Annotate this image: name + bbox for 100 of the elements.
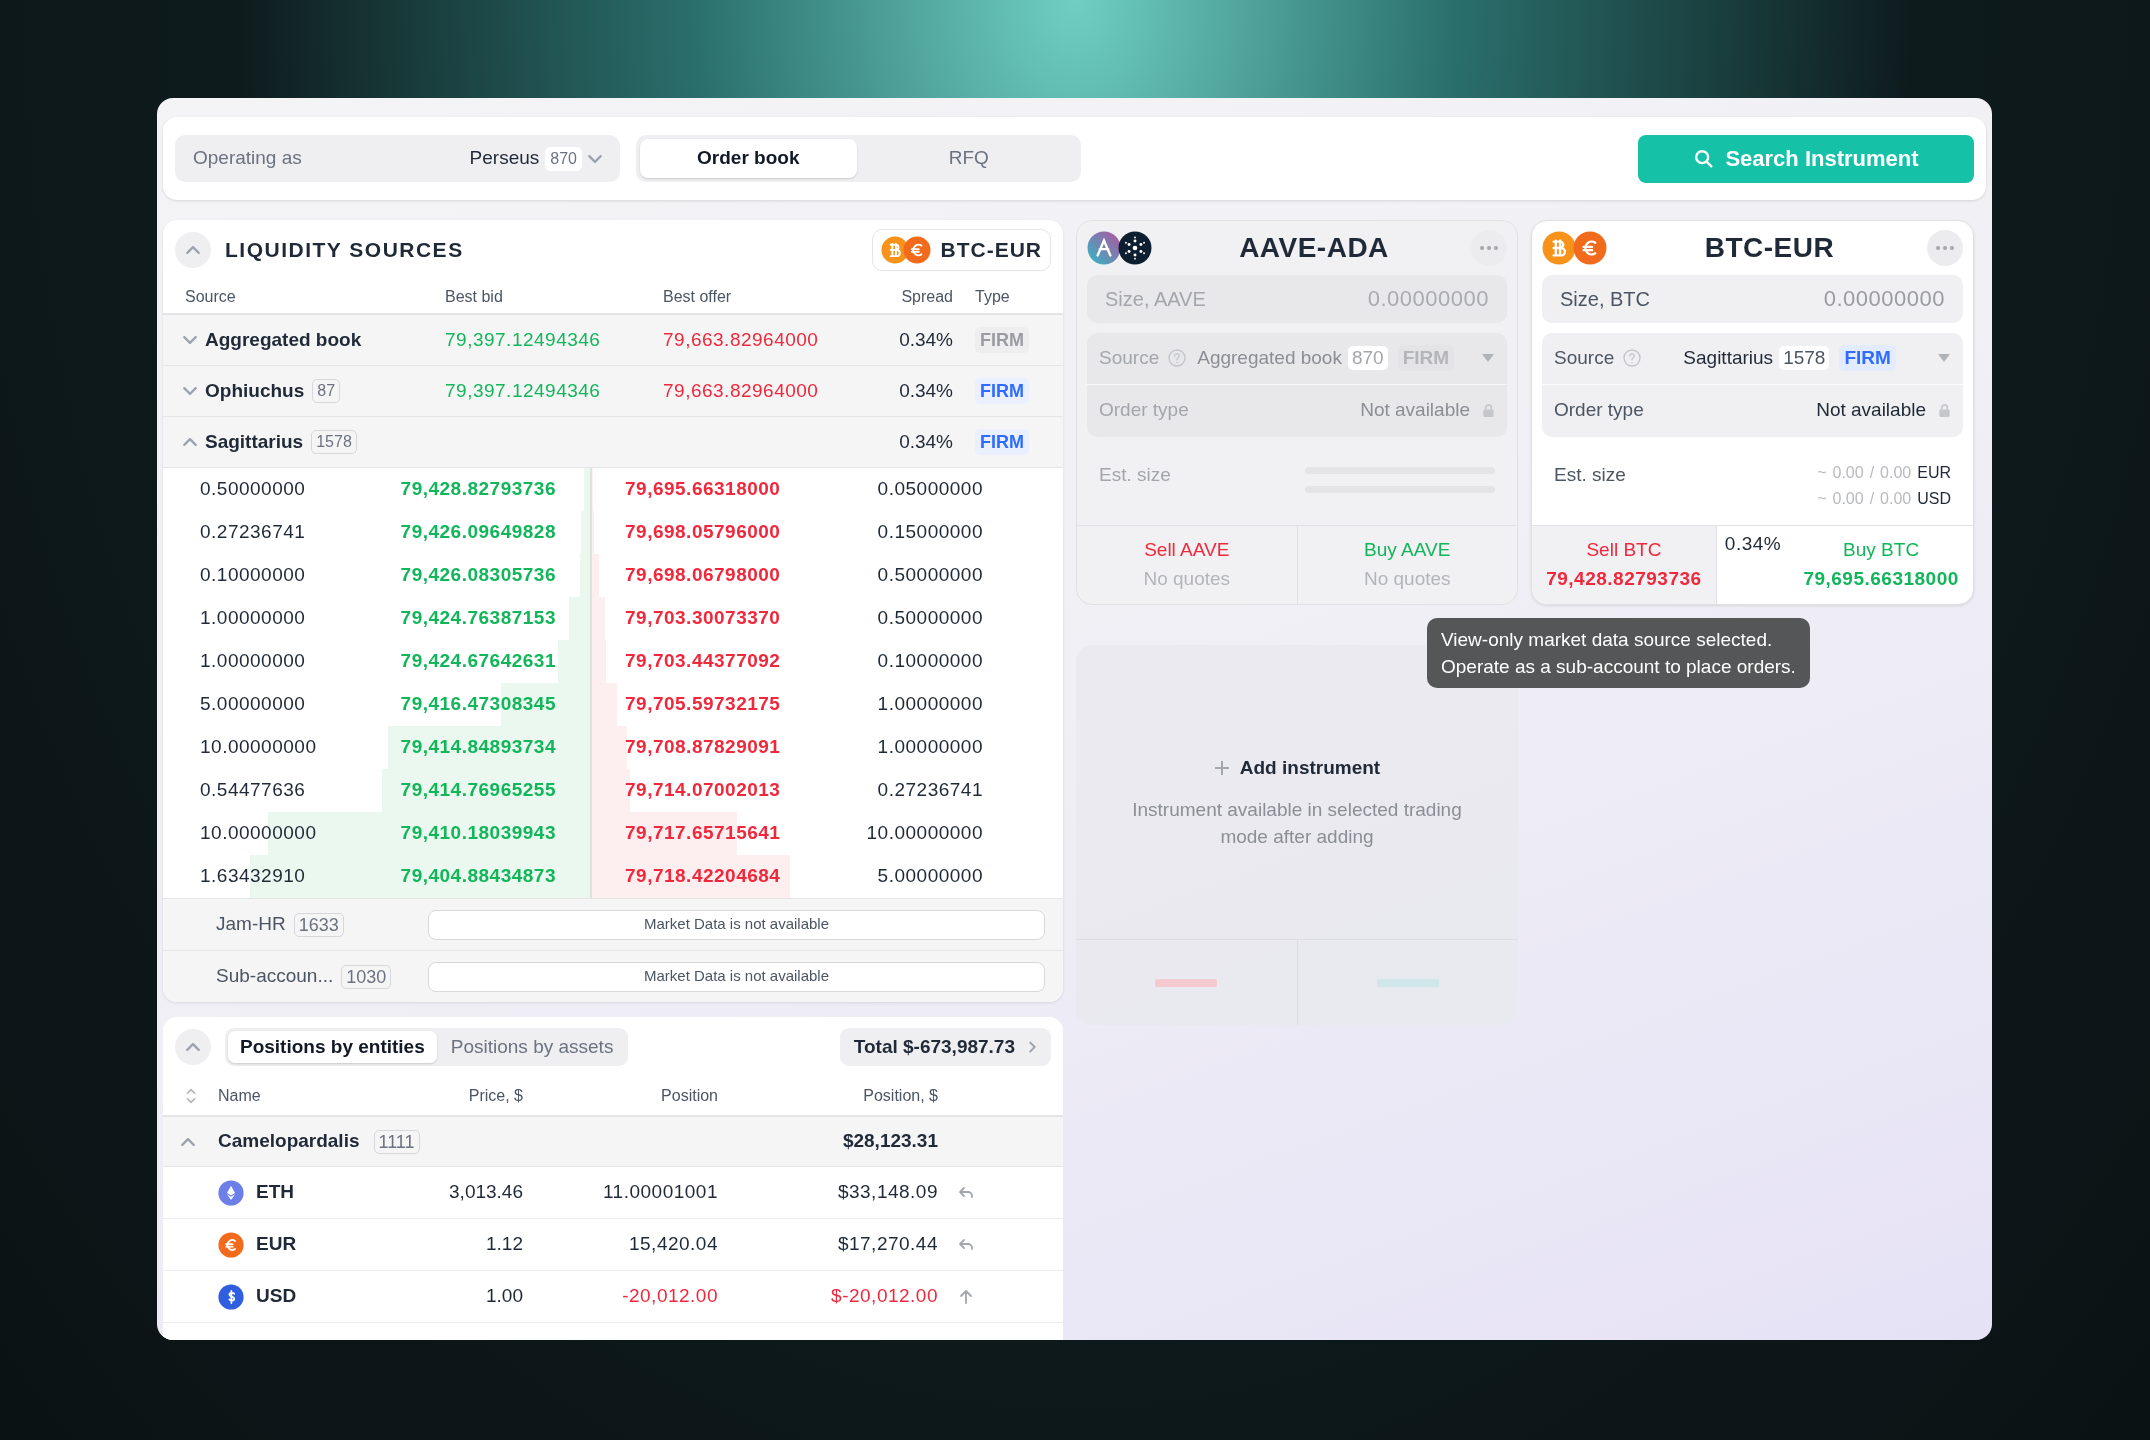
est-size-label: Est. size — [1099, 462, 1171, 487]
asset-position: 11.00001001 — [601, 1180, 718, 1205]
ask-size: 0.15000000 — [877, 520, 983, 545]
best-bid: 79,397.12494346 — [445, 378, 602, 403]
column-header: Best offer — [663, 286, 733, 307]
size-label: Size, BTC — [1560, 286, 1651, 312]
instrument-title: BTC-EUR — [1703, 230, 1836, 265]
count-badge: 1633 — [293, 912, 344, 937]
more-icon — [1935, 244, 1955, 251]
bid-size: 1.00000000 — [200, 649, 306, 674]
positions-tab[interactable]: Positions by entities — [228, 1031, 437, 1063]
mode-tab[interactable]: Order book — [640, 139, 857, 178]
placeholder-bar — [1376, 978, 1439, 987]
ask-price: 79,714.07002013 — [625, 778, 781, 803]
asset-position: -20,012.00 — [621, 1284, 718, 1309]
ask-price: 79,698.06798000 — [625, 563, 781, 588]
bid-size: 1.00000000 — [200, 606, 306, 631]
bid-size: 0.54477636 — [200, 778, 306, 803]
order-type-value: Not available — [1816, 398, 1926, 423]
bid-price: 79,416.47308345 — [400, 692, 556, 717]
ask-size: 1.00000000 — [877, 735, 983, 760]
ask-size: 0.05000000 — [877, 477, 983, 502]
count-badge: 870 — [1347, 346, 1388, 371]
chevron-up-icon — [186, 1043, 200, 1051]
bid-price: 79,410.18039943 — [400, 821, 556, 846]
chevron-down-icon[interactable] — [183, 336, 197, 344]
instrument-chip[interactable]: BTC-EUR — [871, 229, 1051, 271]
ask-size: 1.00000000 — [877, 692, 983, 717]
mode-tab[interactable]: RFQ — [860, 139, 1077, 178]
bid-size: 10.00000000 — [200, 735, 317, 760]
asset-value: $17,270.44 — [836, 1232, 938, 1257]
bid-price: 79,428.82793736 — [400, 477, 556, 502]
bid-size: 0.10000000 — [200, 563, 306, 588]
operating-as-select[interactable]: Operating as Perseus 870 — [175, 135, 620, 182]
operating-as-value: Perseus — [469, 146, 540, 171]
more-icon — [1479, 244, 1499, 251]
type-badge: FIRM — [1839, 345, 1896, 372]
bid-size: 1.63432910 — [200, 864, 306, 889]
order-type-value: Not available — [1360, 398, 1470, 423]
size-field[interactable]: Size, BTC 0.00000000 — [1542, 274, 1963, 323]
bid-price: 79,404.88434873 — [400, 864, 556, 889]
total-button[interactable]: Total $-673,987.73 — [839, 1028, 1051, 1066]
sell-button[interactable]: Sell BTC 79,428.82793736 — [1532, 525, 1717, 604]
source-label: Source — [1554, 345, 1615, 370]
chevron-down-icon — [588, 154, 602, 163]
best-offer: 79,663.82964000 — [663, 327, 820, 352]
ask-price: 79,705.59732175 — [625, 692, 781, 717]
asset-price: 1.12 — [485, 1232, 523, 1257]
count-badge: 1578 — [1779, 346, 1830, 371]
column-header: Position, $ — [862, 1086, 938, 1106]
collapse-button[interactable] — [175, 1029, 211, 1065]
count-badge: 87 — [312, 379, 341, 403]
positions-tab[interactable]: Positions by assets — [438, 1031, 626, 1063]
best-offer: 79,663.82964000 — [663, 378, 820, 403]
source-select[interactable]: Source Sagittarius 1578 FIRM — [1542, 332, 1963, 385]
ask-price: 79,703.30073370 — [625, 606, 781, 631]
instrument-title: AAVE-ADA — [1238, 230, 1390, 265]
size-input[interactable]: 0.00000000 — [1745, 282, 1945, 316]
ask-price: 79,695.66318000 — [625, 477, 781, 502]
more-button[interactable] — [1927, 229, 1963, 266]
asset-symbol: EUR — [256, 1232, 297, 1257]
placeholder-bar — [1155, 978, 1218, 987]
source-name: Sagittarius — [205, 429, 304, 454]
ask-size: 5.00000000 — [877, 864, 983, 889]
column-header: Spread — [900, 286, 953, 307]
operating-as-label: Operating as — [193, 146, 302, 171]
spread: 0.34% — [898, 327, 953, 352]
order-type-label: Order type — [1554, 398, 1644, 423]
best-bid: 79,397.12494346 — [445, 327, 602, 352]
chevron-up-icon[interactable] — [181, 1137, 195, 1146]
help-icon[interactable] — [1167, 348, 1188, 369]
instrument-label: BTC-EUR — [940, 237, 1042, 264]
column-header: Source — [184, 286, 237, 307]
help-icon[interactable] — [1622, 348, 1643, 369]
bid-price: 79,424.67642631 — [400, 649, 556, 674]
chevron-up-icon — [186, 246, 200, 254]
bid-size: 5.00000000 — [200, 692, 306, 717]
bid-price: 79,426.08305736 — [400, 563, 556, 588]
ask-size: 0.27236741 — [877, 778, 983, 803]
add-instrument-title: Add instrument — [1239, 755, 1381, 780]
type-badge: FIRM — [975, 377, 1029, 404]
chevron-up-icon[interactable] — [183, 438, 197, 446]
type-badge: FIRM — [975, 428, 1029, 455]
bid-size: 0.50000000 — [200, 477, 306, 502]
source-name: Aggregated book — [205, 327, 362, 352]
source-name: Sub-accoun... — [216, 964, 334, 989]
asset-price: 3,013.46 — [448, 1180, 523, 1205]
column-header: Price, $ — [467, 1086, 523, 1106]
ask-size: 10.00000000 — [866, 821, 983, 846]
source-label: Source — [1099, 345, 1160, 370]
count-badge: 1111 — [373, 1129, 420, 1154]
bid-size: 10.00000000 — [200, 821, 317, 846]
chevron-down-icon[interactable] — [183, 387, 197, 395]
ask-price: 79,718.42204684 — [625, 864, 781, 889]
ask-price: 79,703.44377092 — [625, 649, 781, 674]
source-name: Jam-HR — [216, 912, 286, 937]
bid-price: 79,414.76965255 — [400, 778, 556, 803]
collapse-button[interactable] — [175, 232, 211, 268]
plus-icon — [1213, 760, 1230, 776]
source-name: Ophiuchus — [205, 378, 305, 403]
